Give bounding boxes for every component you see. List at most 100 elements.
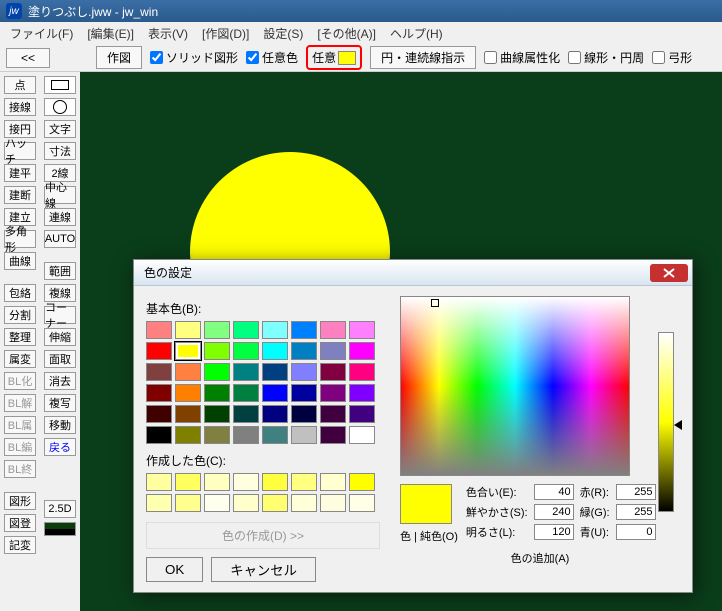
menu-help[interactable]: ヘルプ(H) <box>386 23 447 44</box>
menu-file[interactable]: ファイル(F) <box>6 23 77 44</box>
rect-shape-button[interactable] <box>44 76 76 94</box>
sat-input[interactable] <box>534 504 574 520</box>
basic-color-1[interactable] <box>175 321 201 339</box>
basic-color-16[interactable] <box>146 363 172 381</box>
left-btn-11[interactable]: 分割 <box>4 306 36 324</box>
basic-color-38[interactable] <box>320 405 346 423</box>
basic-color-34[interactable] <box>204 405 230 423</box>
menu-view[interactable]: 表示(V) <box>144 23 192 44</box>
basic-color-14[interactable] <box>320 342 346 360</box>
color-strip[interactable] <box>44 522 76 536</box>
left-btn-21[interactable]: 図登 <box>4 514 36 532</box>
basic-color-26[interactable] <box>204 384 230 402</box>
basic-color-8[interactable] <box>146 342 172 360</box>
custom-color-12[interactable] <box>262 494 288 512</box>
left-btn-14[interactable]: BL化 <box>4 372 36 390</box>
custom-color-5[interactable] <box>291 473 317 491</box>
menu-other[interactable]: [その他(A)] <box>313 23 380 44</box>
basic-color-28[interactable] <box>262 384 288 402</box>
lightness-pointer-icon[interactable] <box>674 420 682 430</box>
custom-color-4[interactable] <box>262 473 288 491</box>
custom-color-13[interactable] <box>291 494 317 512</box>
left-btn-16[interactable]: BL属 <box>4 416 36 434</box>
dialog-title-bar[interactable]: 色の設定 <box>134 260 692 286</box>
left-btn-3[interactable]: ハッチ <box>4 142 36 160</box>
menu-draw[interactable]: [作図(D)] <box>198 23 253 44</box>
custom-color-6[interactable] <box>320 473 346 491</box>
lum-input[interactable] <box>534 524 574 540</box>
line-circuit-checkbox[interactable]: 線形・円周 <box>568 49 644 66</box>
basic-color-39[interactable] <box>349 405 375 423</box>
right-btn-3[interactable]: 寸法 <box>44 142 76 160</box>
basic-color-20[interactable] <box>262 363 288 381</box>
basic-color-37[interactable] <box>291 405 317 423</box>
basic-color-12[interactable] <box>262 342 288 360</box>
basic-color-23[interactable] <box>349 363 375 381</box>
left-btn-1[interactable]: 接線 <box>4 98 36 116</box>
hue-input[interactable] <box>534 484 574 500</box>
right-btn-9[interactable]: 範囲 <box>44 262 76 280</box>
custom-color-11[interactable] <box>233 494 259 512</box>
custom-color-2[interactable] <box>204 473 230 491</box>
right-btn-17[interactable]: 戻る <box>44 438 76 456</box>
basic-color-44[interactable] <box>262 426 288 444</box>
custom-color-9[interactable] <box>175 494 201 512</box>
basic-color-0[interactable] <box>146 321 172 339</box>
blue-input[interactable] <box>616 524 656 540</box>
solid-shape-checkbox[interactable]: ソリッド図形 <box>150 49 238 66</box>
basic-color-7[interactable] <box>349 321 375 339</box>
green-input[interactable] <box>616 504 656 520</box>
color-spectrum[interactable] <box>400 296 630 476</box>
cancel-button[interactable]: キャンセル <box>211 557 316 582</box>
draw-button[interactable]: 作図 <box>96 46 142 69</box>
left-btn-10[interactable]: 包絡 <box>4 284 36 302</box>
basic-color-2[interactable] <box>204 321 230 339</box>
circle-shape-button[interactable] <box>44 98 76 116</box>
left-btn-0[interactable]: 点 <box>4 76 36 94</box>
right-btn-14[interactable]: 消去 <box>44 372 76 390</box>
arc-checkbox[interactable]: 弓形 <box>652 49 692 66</box>
left-btn-8[interactable]: 曲線 <box>4 252 36 270</box>
custom-color-15[interactable] <box>349 494 375 512</box>
custom-color-0[interactable] <box>146 473 172 491</box>
right-btn-15[interactable]: 複写 <box>44 394 76 412</box>
curve-attr-checkbox[interactable]: 曲線属性化 <box>484 49 560 66</box>
basic-color-29[interactable] <box>291 384 317 402</box>
basic-color-35[interactable] <box>233 405 259 423</box>
custom-color-7[interactable] <box>349 473 375 491</box>
right-btn-5[interactable]: 中心線 <box>44 186 76 204</box>
basic-color-24[interactable] <box>146 384 172 402</box>
ok-button[interactable]: OK <box>146 557 203 582</box>
close-button[interactable] <box>650 264 688 282</box>
right-btn-2[interactable]: 文字 <box>44 120 76 138</box>
custom-color-8[interactable] <box>146 494 172 512</box>
basic-color-42[interactable] <box>204 426 230 444</box>
circle-line-button[interactable]: 円・連続線指示 <box>370 46 476 69</box>
menu-edit[interactable]: [編集(E)] <box>83 23 138 44</box>
red-input[interactable] <box>616 484 656 500</box>
arb-color-checkbox[interactable]: 任意色 <box>246 49 298 66</box>
basic-color-5[interactable] <box>291 321 317 339</box>
basic-color-19[interactable] <box>233 363 259 381</box>
basic-color-46[interactable] <box>320 426 346 444</box>
right-btn-11[interactable]: コーナー <box>44 306 76 324</box>
custom-color-1[interactable] <box>175 473 201 491</box>
left-btn-12[interactable]: 整理 <box>4 328 36 346</box>
basic-color-22[interactable] <box>320 363 346 381</box>
basic-color-33[interactable] <box>175 405 201 423</box>
basic-color-10[interactable] <box>204 342 230 360</box>
basic-color-43[interactable] <box>233 426 259 444</box>
left-btn-15[interactable]: BL解 <box>4 394 36 412</box>
custom-color-3[interactable] <box>233 473 259 491</box>
left-btn-20[interactable]: 図形 <box>4 492 36 510</box>
basic-color-17[interactable] <box>175 363 201 381</box>
basic-color-18[interactable] <box>204 363 230 381</box>
right-btn-6[interactable]: 連線 <box>44 208 76 226</box>
lightness-bar[interactable] <box>658 332 674 512</box>
right-btn-22[interactable]: 2.5D <box>44 500 76 518</box>
arb-color-button[interactable]: 任意 <box>306 45 362 70</box>
left-btn-4[interactable]: 建平 <box>4 164 36 182</box>
basic-color-31[interactable] <box>349 384 375 402</box>
collapse-button[interactable]: << <box>6 48 50 68</box>
basic-color-47[interactable] <box>349 426 375 444</box>
